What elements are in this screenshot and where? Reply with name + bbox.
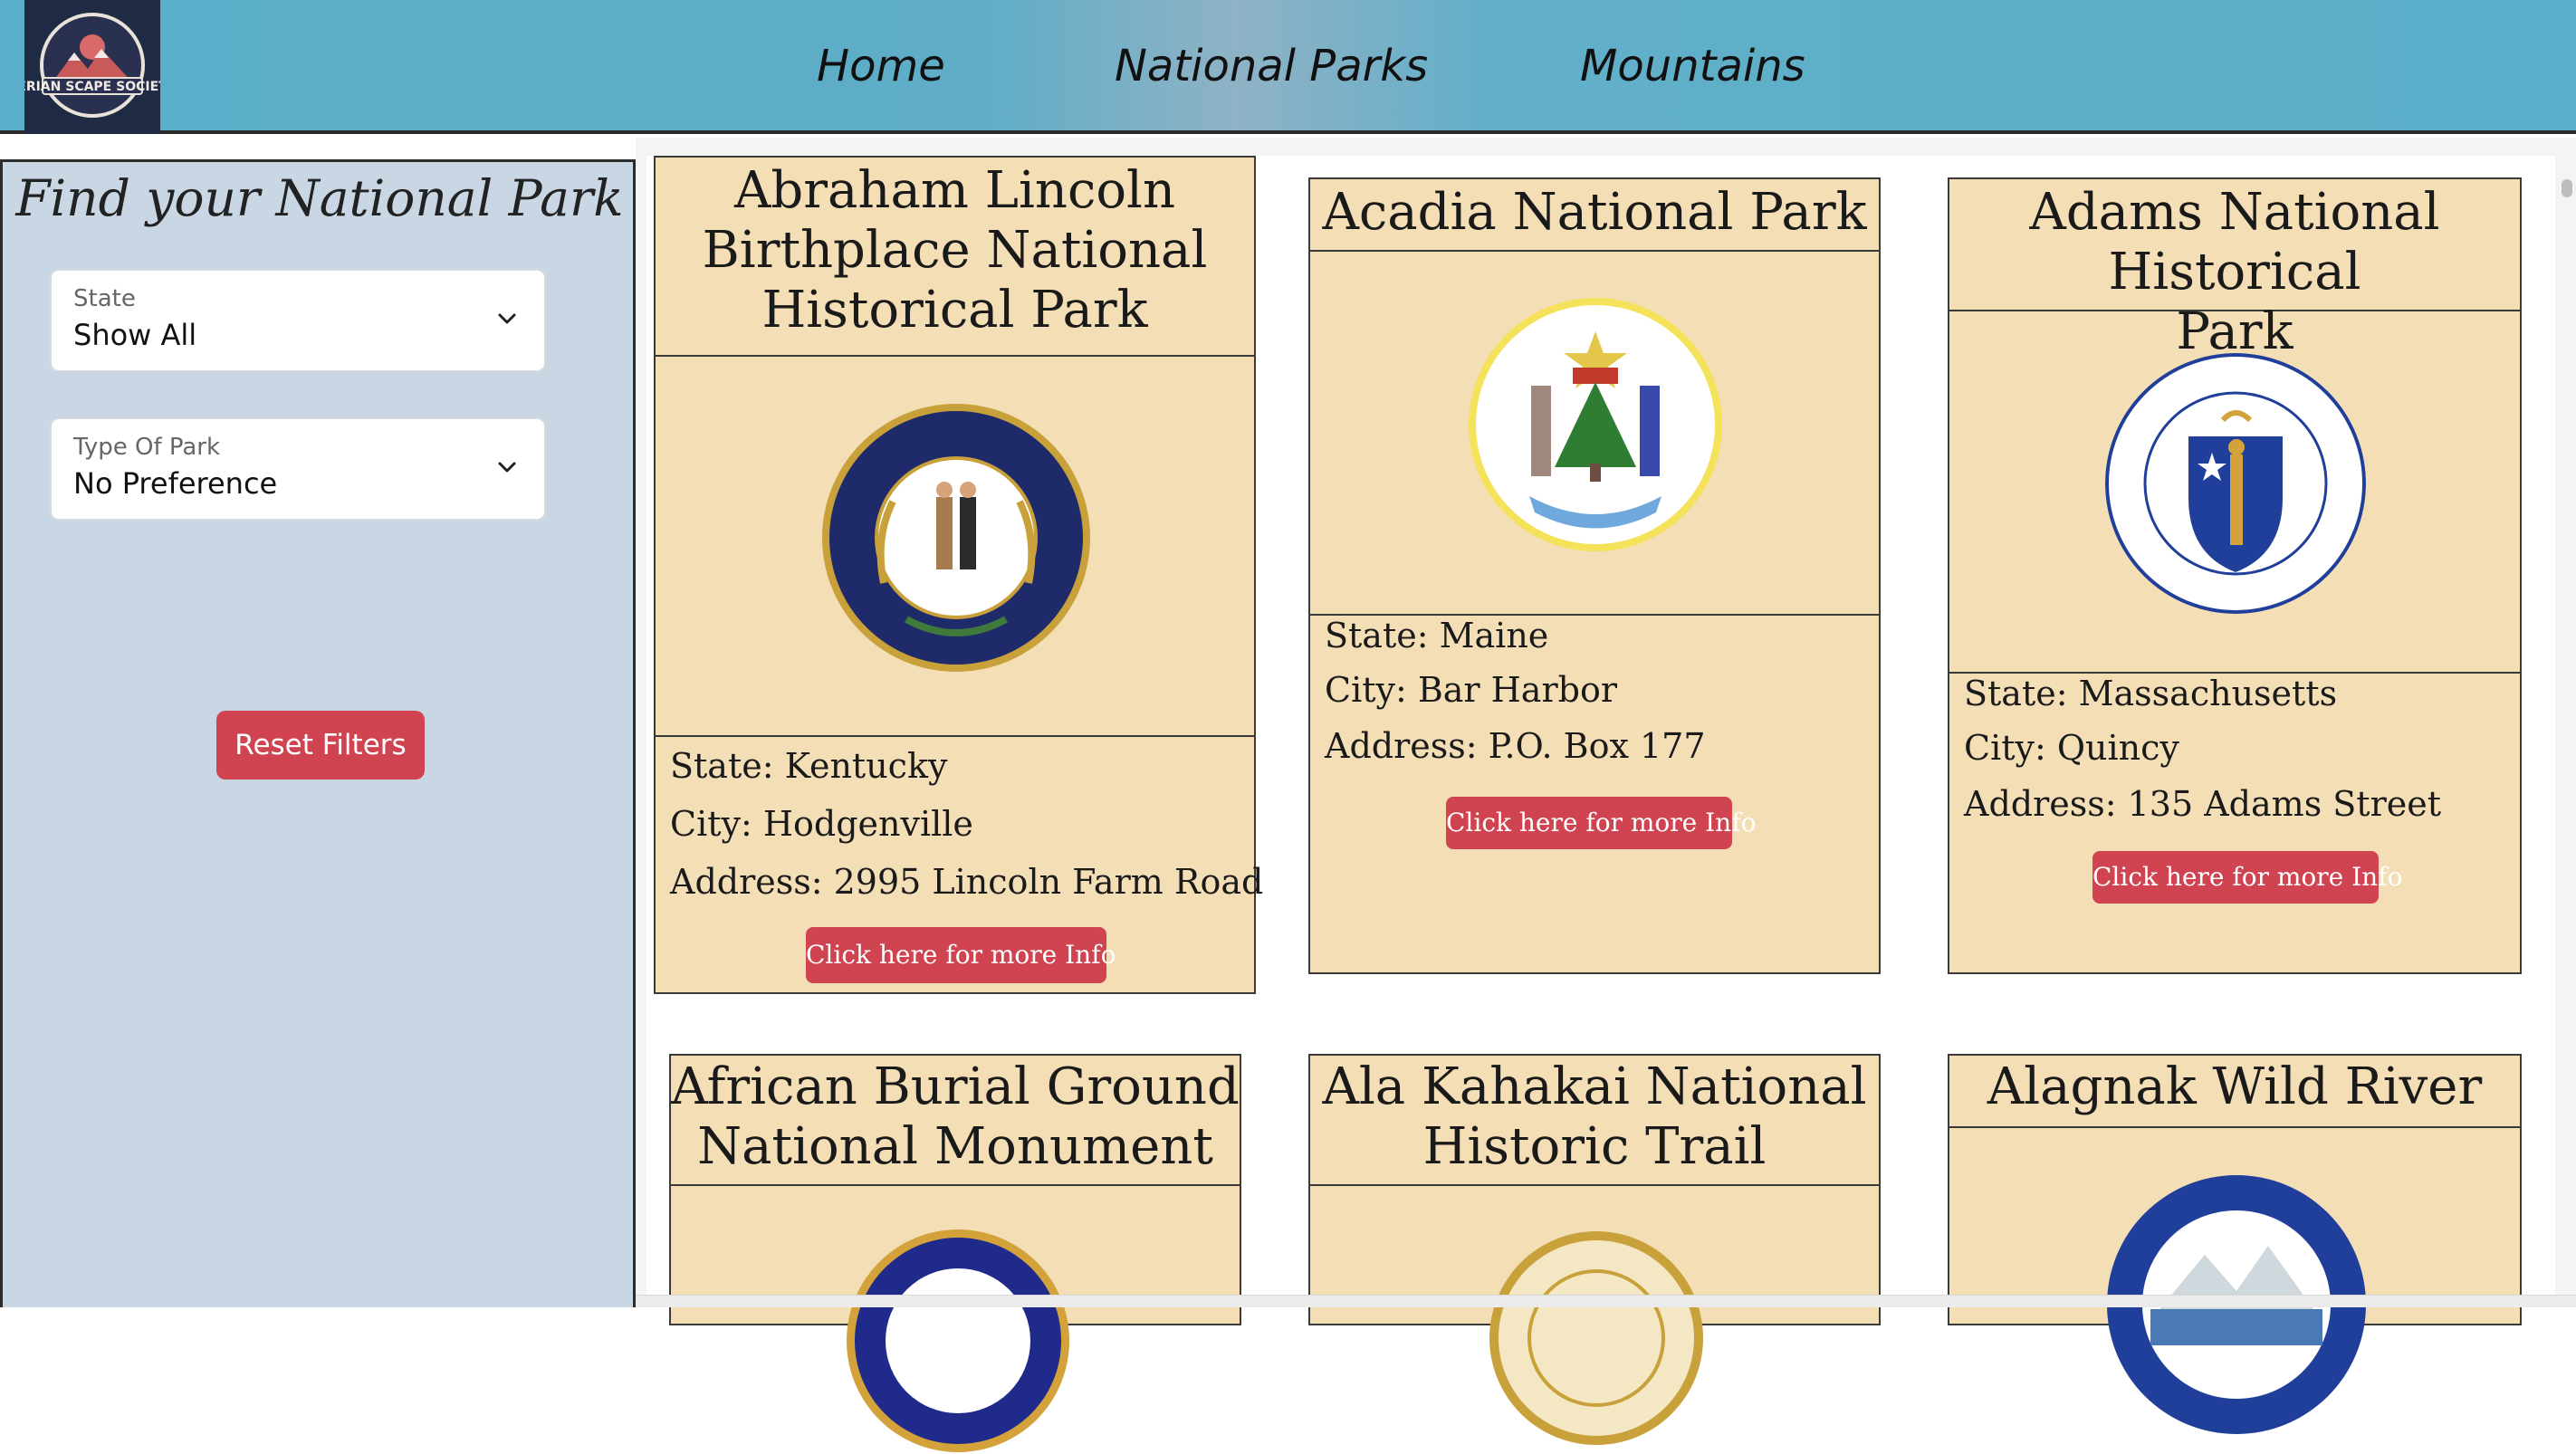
- park-details: State: Kentucky City: Hodgenville Addres…: [656, 735, 1263, 994]
- park-card-grid: Abraham Lincoln Birthplace National Hist…: [646, 156, 2555, 1452]
- logo-text: SERIAN SCAPE SOCIETY: [24, 80, 160, 94]
- park-title-line: Alagnak Wild River: [1987, 1057, 2483, 1116]
- park-address: Address: 2995 Lincoln Farm Road: [670, 862, 1264, 902]
- park-card: Adams National Historical Park State: Ma…: [1948, 177, 2522, 974]
- park-details: State: Massachusetts City: Quincy Addres…: [1949, 672, 2520, 974]
- more-info-button[interactable]: Click here for more Info: [2092, 851, 2402, 904]
- park-title-line: Adams National Historical: [2029, 183, 2440, 301]
- state-select-label: State: [73, 285, 136, 312]
- nav-national-parks[interactable]: National Parks: [1115, 34, 1428, 98]
- park-type-select-value: No Preference: [73, 466, 278, 501]
- park-card: African Burial Ground National Monument: [669, 1054, 1241, 1452]
- sidebar-title: Find your National Park: [15, 169, 624, 227]
- horizontal-scrollbar[interactable]: [636, 1295, 2576, 1307]
- filter-sidebar: Find your National Park State Show All T…: [0, 159, 636, 1307]
- park-city: City: Hodgenville: [670, 804, 973, 844]
- park-title-line: Historic Trail: [1422, 1117, 1767, 1176]
- park-type-select[interactable]: Type Of Park No Preference: [50, 417, 546, 521]
- park-title: Abraham Lincoln Birthplace National Hist…: [656, 158, 1254, 357]
- park-details: State: Maine City: Bar Harbor Address: P…: [1310, 614, 1879, 974]
- maine-seal-icon: [1469, 298, 1722, 551]
- park-title: Acadia National Park: [1310, 179, 1879, 252]
- park-state: State: Maine: [1325, 616, 1549, 655]
- park-address: Address: 135 Adams Street: [1964, 784, 2441, 824]
- park-title-line: Historical Park: [761, 281, 1148, 340]
- new-york-seal-icon: [847, 1229, 1069, 1452]
- park-title: Ala Kahakai National Historic Trail: [1310, 1056, 1879, 1186]
- park-results: Abraham Lincoln Birthplace National Hist…: [636, 138, 2576, 1452]
- park-title: African Burial Ground National Monument: [671, 1056, 1240, 1186]
- state-select[interactable]: State Show All: [50, 269, 546, 372]
- park-title-line: Ala Kahakai National: [1322, 1057, 1867, 1116]
- park-title: Alagnak Wild River: [1949, 1056, 2520, 1128]
- nav-mountains[interactable]: Mountains: [1580, 34, 1805, 98]
- more-info-button[interactable]: Click here for more Info: [806, 927, 1116, 983]
- park-title-line: National Monument: [697, 1117, 1213, 1176]
- more-info-button[interactable]: Click here for more Info: [1446, 797, 1756, 849]
- reset-filters-button[interactable]: Reset Filters: [216, 711, 425, 780]
- park-title-line: Acadia National Park: [1322, 183, 1867, 242]
- hawaii-seal-icon: [1489, 1231, 1703, 1445]
- park-title: Adams National Historical Park: [1949, 179, 2520, 361]
- park-city: City: Bar Harbor: [1325, 670, 1617, 710]
- top-navbar: SERIAN SCAPE SOCIETY Home National Parks…: [0, 0, 2576, 134]
- chevron-down-icon: [498, 462, 516, 473]
- vertical-scrollbar[interactable]: [2558, 156, 2574, 1307]
- park-card: Abraham Lincoln Birthplace National Hist…: [654, 156, 1263, 994]
- park-city: City: Quincy: [1964, 728, 2179, 768]
- park-state: State: Massachusetts: [1964, 674, 2338, 713]
- park-address: Address: P.O. Box 177: [1325, 726, 1706, 766]
- park-type-select-label: Type Of Park: [73, 434, 221, 461]
- chevron-down-icon: [498, 313, 516, 324]
- park-title-line: Birthplace National: [702, 221, 1208, 280]
- scrollbar-thumb[interactable]: [2562, 179, 2572, 197]
- park-title-line: Abraham Lincoln: [733, 161, 1176, 220]
- park-state: State: Kentucky: [670, 746, 948, 786]
- site-logo[interactable]: SERIAN SCAPE SOCIETY: [8, 0, 177, 134]
- park-card: Acadia National Park State: Maine City: …: [1308, 177, 1881, 974]
- massachusetts-seal-icon: [2105, 353, 2366, 614]
- kentucky-seal-icon: [822, 404, 1090, 672]
- park-card: Ala Kahakai National Historic Trail: [1308, 1054, 1881, 1445]
- park-title-line: African Burial Ground: [671, 1057, 1240, 1116]
- nav-home[interactable]: Home: [817, 34, 945, 98]
- state-select-value: Show All: [73, 318, 197, 352]
- park-card: Alagnak Wild River: [1948, 1054, 2522, 1434]
